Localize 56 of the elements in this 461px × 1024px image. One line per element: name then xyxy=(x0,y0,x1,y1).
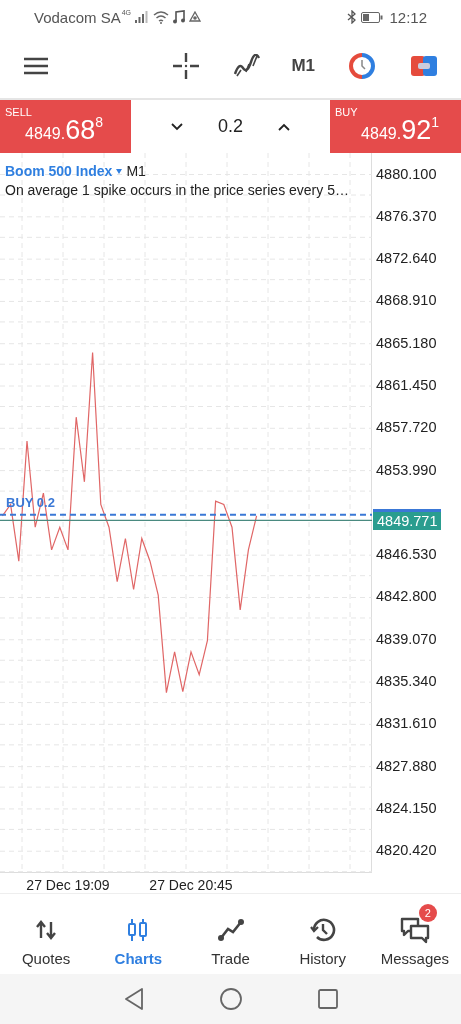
chart-timeframe: M1 xyxy=(126,163,146,179)
buy-button[interactable]: BUY 4849.92$^{1}$ xyxy=(330,100,461,153)
back-icon[interactable] xyxy=(123,988,144,1010)
music-note-icon xyxy=(173,10,186,24)
decrease-volume-icon[interactable] xyxy=(170,122,183,131)
one-click-trading-icon[interactable] xyxy=(349,53,375,79)
notification-icon xyxy=(189,11,202,23)
nav-tab[interactable]: Charts xyxy=(92,899,185,969)
price-label: 4853.990 xyxy=(376,461,437,478)
timeframe-button[interactable]: M1 xyxy=(291,56,315,76)
price-label: 4820.420 xyxy=(376,842,437,859)
sort-arrows-icon xyxy=(35,919,58,940)
price-label: 4861.450 xyxy=(376,377,437,393)
price-label: 4831.610 xyxy=(376,715,437,732)
volume-value[interactable]: 0.2 xyxy=(217,116,243,137)
price-label: 4857.720 xyxy=(376,419,437,436)
bluetooth-icon xyxy=(347,10,358,24)
chat-bubbles-icon xyxy=(399,915,430,944)
trend-line-icon xyxy=(217,918,244,941)
current-price-tag: 4849.771 xyxy=(373,509,442,531)
menu-icon[interactable] xyxy=(24,57,48,75)
price-label: 4872.640 xyxy=(376,250,437,267)
clock-time: 12:12 xyxy=(389,8,427,26)
account-switch-icon[interactable] xyxy=(411,56,437,76)
home-icon[interactable] xyxy=(219,988,242,1010)
symbol-name[interactable]: Boom 500 Index xyxy=(5,163,113,179)
price-label: 4824.150 xyxy=(376,799,437,816)
battery-icon xyxy=(361,11,384,23)
dropdown-caret-icon[interactable] xyxy=(116,168,123,174)
nav-tab[interactable]: 2 Messages xyxy=(368,899,461,969)
signal-icon xyxy=(135,11,150,23)
price-label: 4846.530 xyxy=(376,546,437,563)
price-label: 4835.340 xyxy=(376,673,437,690)
nav-tab[interactable]: History xyxy=(276,899,369,969)
price-label: 4839.070 xyxy=(376,630,437,647)
carrier-name: Vodacom SA xyxy=(34,8,121,26)
price-label: 4827.880 xyxy=(376,757,437,774)
nav-tab[interactable]: Quotes xyxy=(0,899,93,969)
wifi-icon xyxy=(153,10,170,24)
nav-tab[interactable]: Trade xyxy=(184,899,277,969)
price-label: 4842.800 xyxy=(376,588,437,605)
recents-icon[interactable] xyxy=(317,989,338,1009)
history-icon xyxy=(309,916,336,943)
time-label: 27 Dec 20:45 xyxy=(149,877,233,894)
sell-button[interactable]: SELL 4849.68$^{8}$ xyxy=(0,100,131,153)
crosshair-icon[interactable] xyxy=(173,53,200,79)
price-label: 4876.370 xyxy=(376,207,437,224)
price-label: 4880.100 xyxy=(376,165,437,182)
price-label: 4865.180 xyxy=(376,334,437,351)
unread-badge: 2 xyxy=(418,903,437,922)
price-label: 4868.910 xyxy=(376,292,437,309)
symbol-description: On average 1 spike occurs in the price series every 5… xyxy=(5,182,349,198)
increase-volume-icon[interactable] xyxy=(278,122,291,131)
time-label: 27 Dec 19:09 xyxy=(26,877,110,894)
candlestick-icon xyxy=(127,917,150,942)
indicator-icon[interactable] xyxy=(233,54,262,78)
